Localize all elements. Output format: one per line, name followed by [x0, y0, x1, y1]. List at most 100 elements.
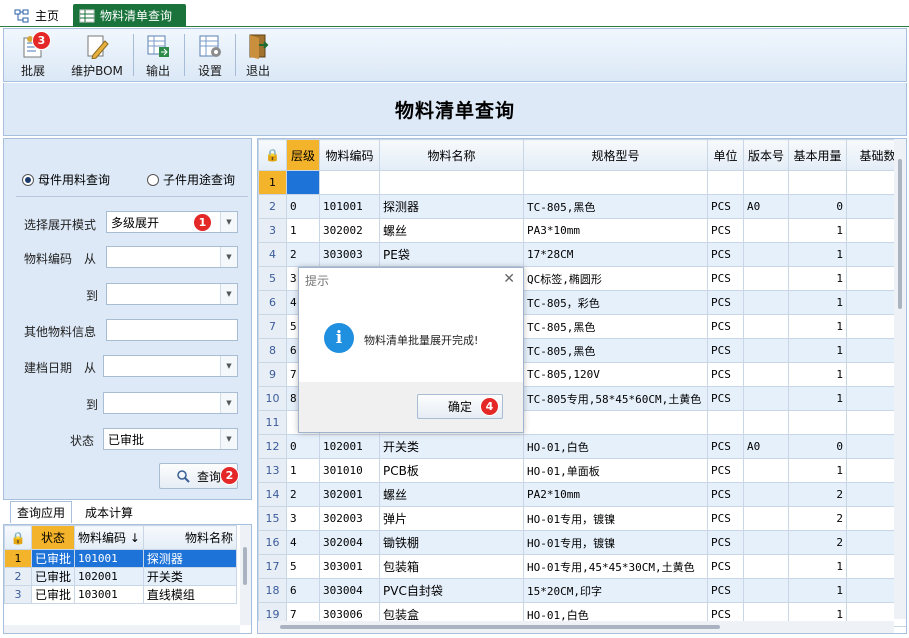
ok-button[interactable]: 确定 4: [417, 394, 503, 419]
other-info-input[interactable]: [106, 319, 238, 341]
toolbar-separator: [235, 34, 236, 76]
tab-bar: 主页 物料清单查询: [0, 0, 909, 27]
table-row[interactable]: 1 已审批 101001 探测器: [4, 549, 238, 568]
dialog-body: i 物料清单批量展开完成!: [299, 292, 523, 382]
export-button[interactable]: 输出: [140, 30, 176, 80]
maintain-bom-label: 维护BOM: [71, 64, 123, 78]
spec-cell: HO-01专用，镀镍: [523, 506, 708, 531]
chevron-down-icon[interactable]: ▼: [220, 356, 237, 376]
tab-bom-query[interactable]: 物料清单查询: [73, 4, 186, 27]
code-cell: 101001: [74, 549, 144, 568]
spec-cell: PA3*10mm: [523, 218, 708, 243]
unit-cell: PCS: [707, 386, 744, 411]
col-code[interactable]: 物料编码: [319, 139, 380, 171]
code-cell: 303001: [319, 554, 380, 579]
radio-child-usage[interactable]: 子件用途查询: [147, 171, 235, 188]
table-row[interactable]: 18 6 303004 PVC自封袋 15*20CM,印字 PCS 1: [258, 578, 906, 603]
bom-grid-scrollbar[interactable]: [894, 139, 906, 619]
batch-expand-button[interactable]: 3 批展: [14, 30, 52, 80]
level-cell: 0: [286, 194, 320, 219]
radio-child-usage-label: 子件用途查询: [163, 173, 236, 187]
col-status[interactable]: 状态: [30, 525, 76, 550]
lock-icon: 🔒: [4, 525, 32, 550]
bom-grid-header: 🔒 层级 物料编码 物料名称 规格型号 单位 版本号 基本用量 基础数: [258, 139, 906, 171]
radio-selected-indicator: [22, 173, 34, 186]
col-name[interactable]: 物料名称: [379, 139, 524, 171]
col-name[interactable]: 物料名称: [142, 525, 238, 550]
col-spec[interactable]: 规格型号: [523, 139, 708, 171]
settings-label: 设置: [197, 64, 222, 78]
table-row[interactable]: 2 已审批 102001 开关类: [4, 567, 238, 586]
level-cell: [286, 170, 320, 195]
scroll-thumb[interactable]: [243, 547, 247, 585]
edit-document-icon: [87, 35, 109, 60]
row-number: 1: [258, 170, 287, 195]
status-select[interactable]: 已审批 ▼: [103, 428, 238, 450]
chevron-down-icon[interactable]: ▼: [220, 212, 237, 232]
qty-cell: 2: [788, 506, 847, 531]
table-row[interactable]: 3 1 302002 螺丝 PA3*10mm PCS 1: [258, 218, 906, 243]
row-number: 12: [258, 434, 287, 459]
chevron-down-icon[interactable]: ▼: [220, 393, 237, 413]
sort-desc-icon: ↓: [129, 531, 140, 545]
unit-cell: PCS: [707, 218, 744, 243]
date-from-picker[interactable]: ▼: [103, 355, 238, 377]
date-label: 建档日期: [24, 361, 73, 375]
col-level[interactable]: 层级: [286, 139, 320, 171]
bom-grid-hscroll[interactable]: [258, 621, 894, 633]
mode-select[interactable]: 多级展开 ▼ 1: [106, 211, 238, 233]
row-number: 3: [4, 585, 32, 604]
qty-cell: 1: [788, 578, 847, 603]
col-code[interactable]: 物料编码 ↓: [74, 525, 144, 550]
left-grid-scrollbar[interactable]: [240, 525, 251, 625]
table-row[interactable]: 15 3 302003 弹片 HO-01专用，镀镍 PCS 2: [258, 506, 906, 531]
table-row[interactable]: 17 5 303001 包装箱 HO-01专用,45*45*30CM,土黄色 PCS 1: [258, 554, 906, 579]
table-row[interactable]: 2 0 101001 探测器 TC-805,黑色 PCS A0 0: [258, 194, 906, 219]
exit-button[interactable]: 退出: [242, 30, 274, 80]
table-row[interactable]: 4 2 303003 PE袋 17*28CM PCS 1: [258, 242, 906, 267]
radio-parent-usage[interactable]: 母件用料查询: [22, 171, 110, 188]
table-row[interactable]: 3 已审批 103001 直线模组: [4, 585, 238, 604]
table-row[interactable]: 13 1 301010 PCB板 HO-01,单面板 PCS 1: [258, 458, 906, 483]
qty-cell: 1: [788, 242, 847, 267]
chevron-down-icon[interactable]: ▼: [220, 247, 237, 267]
date-from-label: 从: [84, 361, 97, 375]
settings-icon: [199, 35, 221, 57]
date-to-picker[interactable]: ▼: [103, 392, 238, 414]
level-cell: 5: [286, 554, 320, 579]
settings-button[interactable]: 设置: [192, 30, 228, 80]
left-grid-hscroll[interactable]: [4, 625, 240, 633]
close-icon[interactable]: ✕: [503, 271, 515, 287]
scroll-thumb[interactable]: [898, 159, 902, 309]
version-cell: [743, 266, 789, 291]
row-number: 13: [258, 458, 287, 483]
table-row[interactable]: 14 2 302001 螺丝 PA2*10mm PCS 2: [258, 482, 906, 507]
scroll-thumb[interactable]: [280, 625, 720, 629]
dialog-message: 物料清单批量展开完成!: [364, 334, 479, 347]
lock-icon: 🔒: [258, 139, 287, 171]
version-cell: [743, 338, 789, 363]
col-version[interactable]: 版本号: [743, 139, 789, 171]
search-icon: [177, 470, 190, 483]
exit-label: 退出: [245, 64, 270, 78]
table-row[interactable]: 16 4 302004 锄铁棚 HO-01专用，镀镍 PCS 2: [258, 530, 906, 555]
table-row[interactable]: 12 0 102001 开关类 HO-01,白色 PCS A0 0: [258, 434, 906, 459]
col-qty[interactable]: 基本用量: [788, 139, 847, 171]
maintain-bom-button[interactable]: 维护BOM: [66, 30, 128, 80]
mode-select-value: 多级展开: [111, 215, 160, 230]
tab-query-app[interactable]: 查询应用: [10, 501, 73, 523]
version-cell: [743, 314, 789, 339]
row-number: 11: [258, 410, 287, 435]
code-to-select[interactable]: ▼: [106, 283, 238, 305]
col-unit[interactable]: 单位: [707, 139, 744, 171]
table-row[interactable]: 1: [258, 170, 906, 195]
chevron-down-icon[interactable]: ▼: [220, 429, 237, 449]
status-cell: 已审批: [30, 585, 76, 604]
code-from-select[interactable]: ▼: [106, 246, 238, 268]
tab-cost-calc[interactable]: 成本计算: [79, 501, 139, 523]
dialog-footer: 确定 4: [299, 382, 523, 432]
step-badge-3: 3: [32, 31, 51, 50]
chevron-down-icon[interactable]: ▼: [220, 284, 237, 304]
tab-home[interactable]: 主页: [8, 4, 65, 27]
search-button[interactable]: 查询 2: [159, 463, 239, 489]
